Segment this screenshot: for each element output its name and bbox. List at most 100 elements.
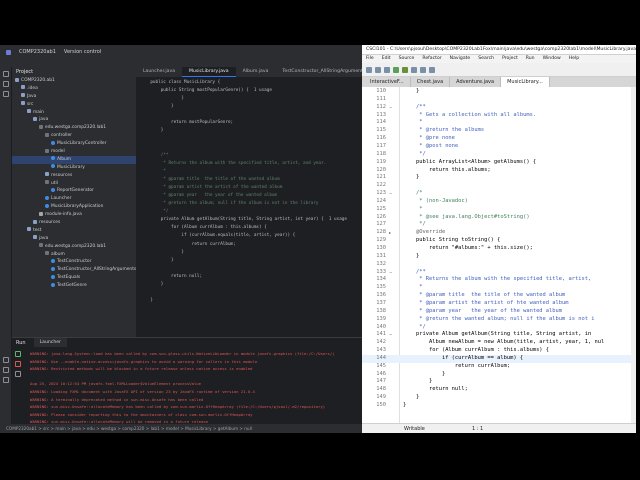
code-text[interactable]: * (non-Javadoc) xyxy=(403,198,468,206)
code-text[interactable]: } xyxy=(403,378,432,386)
code-text[interactable]: return this.albums; xyxy=(403,167,491,175)
back-icon[interactable] xyxy=(420,66,426,73)
tree-item[interactable]: MusicLibraryController xyxy=(12,140,136,148)
code-text[interactable]: * xyxy=(403,284,422,292)
menu-project[interactable]: Project xyxy=(502,55,518,63)
code-text[interactable]: */ xyxy=(403,221,426,229)
tree-item[interactable]: resources xyxy=(12,172,136,180)
tree-item[interactable]: MusicLibraryApplication xyxy=(12,203,136,211)
code-text[interactable]: } xyxy=(403,394,419,402)
menu-edit[interactable]: Edit xyxy=(382,55,391,63)
tree-item[interactable]: model xyxy=(12,148,136,156)
code-text[interactable]: } xyxy=(403,88,419,96)
project-name[interactable]: COMP2320ab1 xyxy=(19,49,56,55)
code-text[interactable]: @Override xyxy=(403,229,445,237)
intellij-code-area[interactable]: public class MusicLibrary { public Strin… xyxy=(136,77,362,305)
tree-item[interactable]: TestGetGenre xyxy=(12,282,136,290)
tree-item[interactable]: .idea xyxy=(12,85,136,93)
tree-item[interactable]: java xyxy=(12,116,136,124)
menu-help[interactable]: Help xyxy=(569,55,579,63)
run-icon[interactable] xyxy=(393,66,399,73)
fold-toggle-icon[interactable]: − xyxy=(389,269,392,277)
save-icon[interactable] xyxy=(375,66,381,73)
rerun-icon[interactable] xyxy=(15,351,21,357)
search-icon[interactable] xyxy=(411,66,417,73)
code-text[interactable]: * @see java.lang.Object#toString() xyxy=(403,214,529,222)
tree-item[interactable]: MusicLibrary xyxy=(12,164,136,172)
run-panel-title[interactable]: Run xyxy=(16,340,26,346)
tree-item[interactable]: edu.westga.comp2320.lab1 xyxy=(12,243,136,251)
eclipse-editor[interactable]: 110 } 111 112− /** 113 * Gets a collection … xyxy=(362,87,636,423)
tree-item[interactable]: edu.westga.comp2320.lab1 xyxy=(12,124,136,132)
code-text[interactable]: * xyxy=(403,206,422,214)
code-text[interactable]: } xyxy=(403,253,419,261)
editor-tab[interactable]: Chest.java xyxy=(411,77,451,87)
new-icon[interactable] xyxy=(366,66,372,73)
tree-item[interactable]: util xyxy=(12,180,136,188)
tree-item[interactable]: module-info.java xyxy=(12,211,136,219)
code-text[interactable]: } xyxy=(403,174,419,182)
menu-navigate[interactable]: Navigate xyxy=(450,55,471,63)
code-text[interactable]: * @param title the title of the wanted a… xyxy=(403,292,565,300)
fold-toggle-icon[interactable]: − xyxy=(389,104,392,112)
terminal-tool-icon[interactable] xyxy=(3,367,9,373)
scroll-to-end-icon[interactable] xyxy=(15,371,21,377)
tree-item[interactable]: java xyxy=(12,235,136,243)
tree-item[interactable]: album xyxy=(12,251,136,259)
menu-file[interactable]: File xyxy=(366,55,374,63)
code-text[interactable]: private Album getAlbum(String title, Str… xyxy=(403,331,591,339)
editor-tab[interactable]: Album.java xyxy=(236,67,276,77)
run-tool-icon[interactable] xyxy=(3,357,9,363)
project-panel-header[interactable]: Project xyxy=(12,67,136,77)
tree-item[interactable]: Album xyxy=(12,155,136,164)
editor-tab[interactable]: InteractiveF... xyxy=(364,77,411,87)
run-config-tab[interactable]: Launcher xyxy=(33,338,67,347)
tree-item[interactable]: resources xyxy=(12,219,136,227)
tree-item[interactable]: TestEquals xyxy=(12,274,136,282)
code-text[interactable]: * @param artist the artist of hte wanted… xyxy=(403,300,568,308)
tree-item[interactable]: main xyxy=(12,109,136,117)
code-text[interactable]: } xyxy=(403,402,406,410)
code-text[interactable]: for (Album currAlbum : this.albums) { xyxy=(403,347,549,355)
tree-item[interactable]: COMP2320.ab1 xyxy=(12,77,136,85)
tree-item[interactable]: ReportGenerator xyxy=(12,187,136,195)
tree-item[interactable]: Launcher xyxy=(12,195,136,203)
code-text[interactable]: * Gets a collection with all albums. xyxy=(403,112,536,120)
vcs-widget[interactable]: Version control xyxy=(64,49,101,55)
forward-icon[interactable] xyxy=(429,66,435,73)
fold-toggle-icon[interactable]: − xyxy=(389,190,392,198)
editor-tab[interactable]: MusicLibrary... xyxy=(501,77,550,87)
tree-item[interactable]: Java xyxy=(12,93,136,101)
code-text[interactable]: public String toString() { xyxy=(403,237,500,245)
menu-refactor[interactable]: Refactor xyxy=(422,55,441,63)
code-text[interactable]: * Returns the album with the specified t… xyxy=(403,276,591,284)
tree-item[interactable]: src xyxy=(12,101,136,109)
code-text[interactable]: return null; xyxy=(403,386,468,394)
tree-item[interactable]: TestConstructor xyxy=(12,258,136,266)
print-icon[interactable] xyxy=(384,66,390,73)
menu-run[interactable]: Run xyxy=(526,55,535,63)
code-text[interactable]: public ArrayList<Album> getAlbums() { xyxy=(403,159,536,167)
code-text[interactable]: */ xyxy=(403,151,426,159)
menu-search[interactable]: Search xyxy=(478,55,494,63)
code-text[interactable]: * @param year the year of the wanted alb… xyxy=(403,308,562,316)
editor-tab[interactable]: Adventure.java xyxy=(450,77,502,87)
debug-icon[interactable] xyxy=(402,66,408,73)
menu-source[interactable]: Source xyxy=(399,55,415,63)
stop-icon[interactable] xyxy=(15,361,21,367)
code-text[interactable]: */ xyxy=(403,324,426,332)
tree-item[interactable]: test xyxy=(12,227,136,235)
code-text[interactable]: return currAlbum; xyxy=(403,363,510,371)
code-text[interactable]: return "#albums:" + this.size(); xyxy=(403,245,533,253)
code-text[interactable]: * @return the albums xyxy=(403,127,484,135)
editor-tab[interactable]: TestConstructor_AllStringArguments xyxy=(275,67,362,77)
code-text[interactable]: /* xyxy=(403,190,423,198)
problems-tool-icon[interactable] xyxy=(3,377,9,383)
vertical-scrollbar[interactable] xyxy=(631,87,636,423)
code-text[interactable]: * @post none xyxy=(403,143,458,151)
code-text[interactable]: } xyxy=(403,371,445,379)
structure-tool-icon[interactable] xyxy=(3,91,9,97)
run-console-output[interactable]: WARNING: java.lang.System::load has been… xyxy=(30,350,360,424)
code-text[interactable]: * @pre none xyxy=(403,135,455,143)
code-text[interactable]: if (currAlbum == album) { xyxy=(403,355,523,363)
